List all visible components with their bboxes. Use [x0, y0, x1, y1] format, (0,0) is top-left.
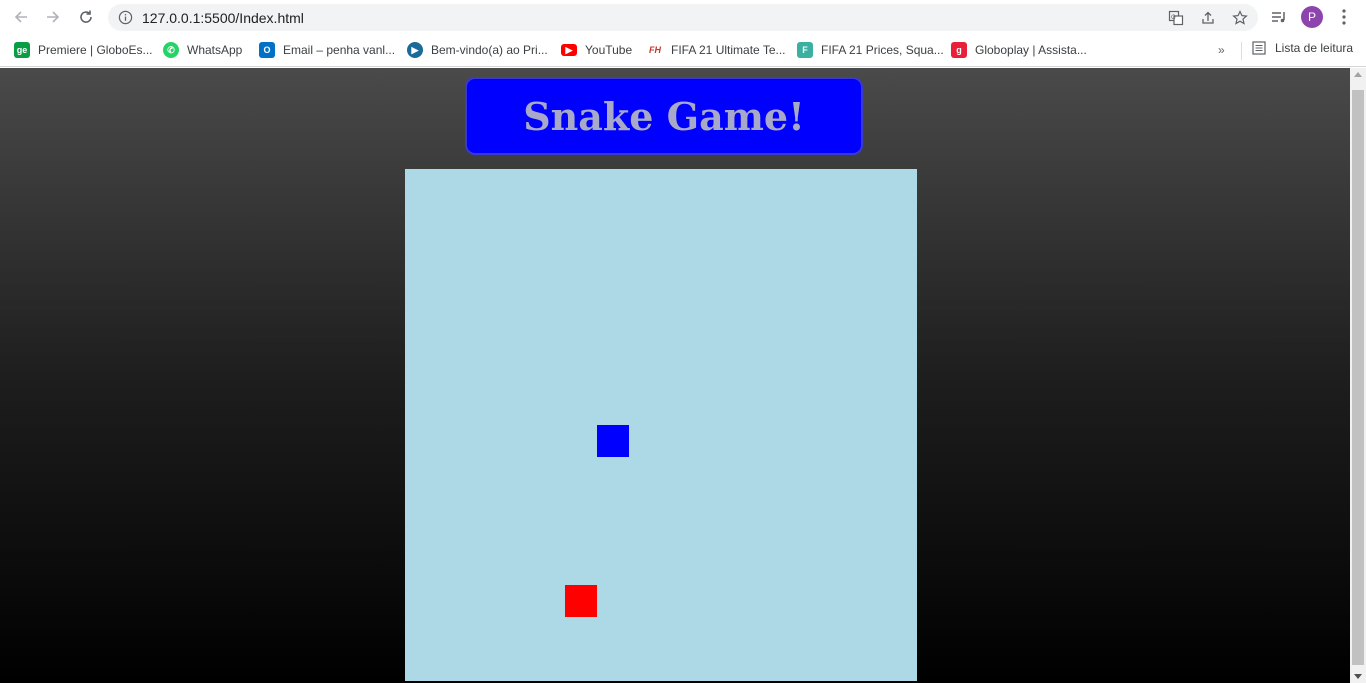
bookmark-item[interactable]: ▶ Bem-vindo(a) ao Pri...: [407, 41, 548, 59]
bookmark-label: Email – penha vanl...: [283, 43, 396, 57]
profile-avatar[interactable]: P: [1301, 6, 1323, 28]
page-viewport: Snake Game!: [0, 68, 1350, 683]
bookmark-item[interactable]: ▶ YouTube: [561, 41, 632, 59]
browser-toolbar: 127.0.0.1:5500/Index.html G P: [0, 0, 1366, 34]
reload-button[interactable]: [74, 5, 98, 29]
svg-text:G: G: [1171, 15, 1176, 21]
prime-video-icon: ▶: [407, 42, 423, 58]
bookmark-item[interactable]: F FIFA 21 Prices, Squa...: [797, 41, 944, 59]
food-item: [565, 585, 597, 617]
scroll-down-arrow-icon[interactable]: [1354, 674, 1362, 679]
bookmark-label: FIFA 21 Prices, Squa...: [821, 43, 944, 57]
bookmark-label: WhatsApp: [187, 43, 243, 57]
menu-kebab-icon[interactable]: [1334, 7, 1354, 27]
youtube-icon: ▶: [561, 44, 577, 56]
reading-list-label: Lista de leitura: [1275, 41, 1354, 55]
more-bookmarks-icon[interactable]: »: [1218, 43, 1225, 57]
bookmarks-divider: [1241, 42, 1242, 60]
reading-list-button[interactable]: Lista de leitura: [1252, 41, 1353, 55]
url-text[interactable]: 127.0.0.1:5500/Index.html: [142, 10, 304, 26]
bookmark-label: Bem-vindo(a) ao Pri...: [431, 43, 548, 57]
scroll-up-arrow-icon[interactable]: [1354, 72, 1362, 77]
reload-icon: [80, 10, 92, 23]
vertical-scrollbar[interactable]: [1350, 68, 1366, 683]
futhead-icon: FH: [647, 42, 663, 58]
bookmark-label: YouTube: [585, 43, 633, 57]
translate-icon[interactable]: G: [1167, 9, 1185, 27]
game-title-banner: Snake Game!: [465, 77, 863, 155]
outlook-icon: O: [259, 42, 275, 58]
ge-icon: ge: [14, 42, 30, 58]
bookmark-label: Globoplay | Assista...: [975, 43, 1087, 57]
bookmarks-bar: ge Premiere | GloboEs... ✆ WhatsApp O Em…: [0, 34, 1366, 67]
bookmark-item[interactable]: FH FIFA 21 Ultimate Te...: [647, 41, 786, 59]
address-bar[interactable]: 127.0.0.1:5500/Index.html G: [108, 4, 1258, 31]
bookmark-label: Premiere | GloboEs...: [38, 43, 153, 57]
back-arrow-icon: [14, 11, 27, 23]
info-icon[interactable]: [118, 10, 133, 25]
reading-list-icon: [1252, 41, 1266, 55]
futbin-icon: F: [797, 42, 813, 58]
bookmark-item[interactable]: ge Premiere | GloboEs...: [14, 41, 153, 59]
scrollbar-thumb[interactable]: [1352, 90, 1364, 665]
forward-button[interactable]: [41, 5, 65, 29]
globoplay-icon: g: [951, 42, 967, 58]
bookmark-item[interactable]: ✆ WhatsApp: [163, 41, 242, 59]
forward-arrow-icon: [47, 11, 60, 23]
bookmark-label: FIFA 21 Ultimate Te...: [671, 43, 786, 57]
share-icon[interactable]: [1199, 9, 1217, 27]
game-board[interactable]: [405, 169, 917, 681]
whatsapp-icon: ✆: [163, 42, 179, 58]
snake-segment: [597, 425, 629, 457]
page-title: Snake Game!: [523, 93, 805, 139]
bookmark-item[interactable]: O Email – penha vanl...: [259, 41, 395, 59]
bookmark-star-icon[interactable]: [1231, 9, 1249, 27]
bookmark-item[interactable]: g Globoplay | Assista...: [951, 41, 1087, 59]
back-button[interactable]: [9, 5, 33, 29]
media-control-icon[interactable]: [1269, 7, 1289, 27]
